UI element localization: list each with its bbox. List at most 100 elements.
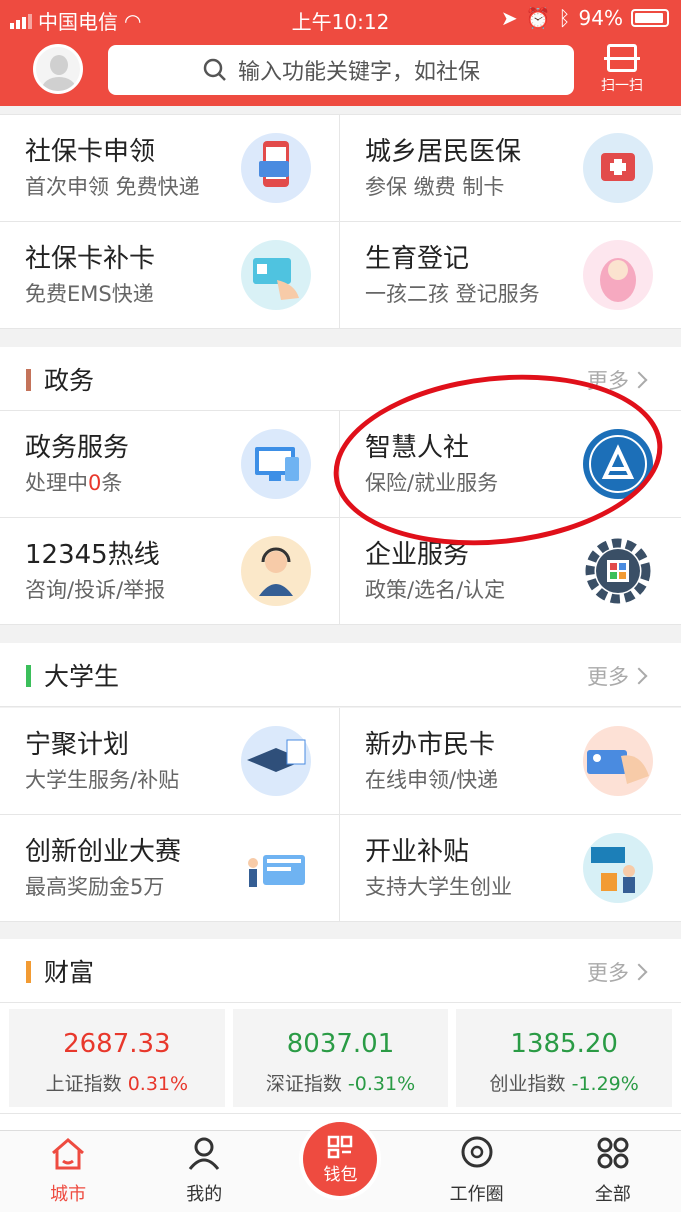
stock-name: 创业指数 (489, 1073, 566, 1095)
service-title: 企业服务 (365, 540, 470, 570)
stock-value: 1385.20 (510, 1029, 618, 1059)
service-title: 社保卡申领 (25, 137, 156, 167)
service-social-card-apply[interactable]: 社保卡申领 首次申领 免费快递 (0, 115, 340, 222)
service-resident-insurance[interactable]: 城乡居民医保 参保 缴费 制卡 (340, 115, 681, 222)
stock-shenzhen[interactable]: 8037.01 深证指数 -0.31% (232, 1009, 449, 1107)
service-subtitle: 一孩二孩 登记服务 (365, 282, 540, 306)
tab-all[interactable]: 全部 (558, 1135, 668, 1206)
college-services: 宁聚计划 大学生服务/补贴 新办市民卡 在线申领/快递 创新创业大赛 最高奖励金… (0, 708, 681, 922)
stock-name: 深证指数 (265, 1073, 342, 1095)
presentation-icon (241, 833, 311, 903)
status-bar: 中国电信 ◠ 上午10:12 ➤ ⏰ ᛒ 94% (0, 0, 681, 36)
grid-icon (597, 1137, 629, 1169)
top-services: 社保卡申领 首次申领 免费快递 城乡居民医保 参保 缴费 制卡 社保卡补卡 免费… (0, 114, 681, 329)
service-subtitle: 大学生服务/补贴 (25, 768, 180, 792)
service-title: 政务服务 (25, 433, 130, 463)
service-innovation-contest[interactable]: 创新创业大赛 最高奖励金5万 (0, 815, 340, 922)
battery-icon (631, 9, 669, 27)
service-title: 创新创业大赛 (25, 837, 182, 867)
stock-indexes: 2687.33 上证指数 0.31% 8037.01 深证指数 -0.31% 1… (0, 1003, 681, 1113)
gear-icon (583, 536, 653, 606)
service-title: 开业补贴 (365, 837, 470, 867)
bottom-tab-bar: 城市 我的 钱包 工作圈 全部 (0, 1122, 681, 1212)
service-subtitle: 处理中0条 (25, 471, 123, 495)
headset-icon (241, 536, 311, 606)
tab-city[interactable]: 城市 (13, 1135, 123, 1206)
more-link[interactable]: 更多 (587, 957, 645, 987)
service-birth-registration[interactable]: 生育登记 一孩二孩 登记服务 (340, 222, 681, 329)
service-enterprise[interactable]: 企业服务 政策/选名/认定 (340, 518, 681, 625)
service-citizen-card[interactable]: 新办市民卡 在线申领/快递 (340, 708, 681, 815)
tab-label: 我的 (186, 1184, 223, 1205)
service-title: 12345热线 (25, 540, 160, 570)
chat-bubble-icon (461, 1136, 493, 1168)
service-startup-subsidy[interactable]: 开业补贴 支持大学生创业 (340, 815, 681, 922)
more-link[interactable]: 更多 (587, 661, 645, 691)
opening-sign-icon (583, 833, 653, 903)
tab-wallet[interactable]: 钱包 (285, 1122, 395, 1206)
stock-name: 上证指数 (45, 1073, 122, 1095)
service-title: 宁聚计划 (25, 730, 130, 760)
service-subtitle: 首次申领 免费快递 (25, 175, 200, 199)
battery-percent: 94% (578, 6, 623, 30)
section-title: 政务 (44, 366, 95, 395)
scan-button[interactable]: 扫一扫 (592, 40, 652, 100)
scan-label: 扫一扫 (601, 78, 643, 94)
wealth-section-header: 财富 更多 (0, 939, 681, 1003)
stock-value: 2687.33 (63, 1029, 171, 1059)
stock-chinext[interactable]: 1385.20 创业指数 -1.29% (456, 1009, 673, 1107)
alarm-icon: ⏰ (525, 6, 551, 30)
service-subtitle: 保险/就业服务 (365, 471, 499, 495)
search-icon (203, 58, 226, 81)
service-title: 新办市民卡 (365, 730, 496, 760)
service-subtitle: 在线申领/快递 (365, 768, 499, 792)
service-subtitle: 最高奖励金5万 (25, 875, 165, 899)
service-title: 城乡居民医保 (365, 137, 522, 167)
avatar[interactable] (33, 44, 83, 94)
service-subtitle: 免费EMS快递 (25, 282, 154, 306)
college-section-header: 大学生 更多 (0, 643, 681, 707)
location-icon: ➤ (500, 6, 518, 30)
service-subtitle: 政策/选名/认定 (365, 578, 506, 602)
computer-icon (241, 429, 311, 499)
stock-change: -1.29% (571, 1073, 639, 1095)
tab-mine[interactable]: 我的 (149, 1135, 259, 1206)
tab-label: 钱包 (323, 1164, 358, 1185)
gov-services: 政务服务 处理中0条 智慧人社 保险/就业服务 12345热线 咨询/投诉/举报… (0, 411, 681, 625)
card-hand-icon (241, 240, 311, 310)
stock-change: 0.31% (127, 1073, 189, 1095)
top-header: 输入功能关键字，如社保 扫一扫 (0, 36, 681, 106)
home-icon (52, 1138, 85, 1170)
service-ningju-plan[interactable]: 宁聚计划 大学生服务/补贴 (0, 708, 340, 815)
tab-work-circle[interactable]: 工作圈 (422, 1135, 532, 1206)
gov-section-header: 政务 更多 (0, 347, 681, 411)
service-title: 生育登记 (365, 244, 470, 274)
search-bar[interactable]: 输入功能关键字，如社保 (108, 45, 574, 95)
pending-count: 0 (88, 471, 102, 495)
more-link[interactable]: 更多 (587, 365, 645, 395)
scan-icon (604, 44, 640, 72)
graduation-cap-icon (241, 726, 311, 796)
wallet-icon (328, 1135, 353, 1158)
service-subtitle: 参保 缴费 制卡 (365, 175, 505, 199)
tab-label: 工作圈 (449, 1184, 504, 1205)
medical-kit-icon (583, 133, 653, 203)
service-title: 社保卡补卡 (25, 244, 156, 274)
section-title: 财富 (44, 958, 95, 987)
tab-label: 城市 (50, 1184, 87, 1205)
service-gov[interactable]: 政务服务 处理中0条 (0, 411, 340, 518)
card-icon (583, 726, 653, 796)
stock-change: -0.31% (347, 1073, 416, 1095)
service-subtitle: 支持大学生创业 (365, 875, 512, 899)
service-title: 智慧人社 (365, 433, 470, 463)
stock-shanghai[interactable]: 2687.33 上证指数 0.31% (9, 1009, 225, 1107)
stock-value: 8037.01 (286, 1029, 395, 1059)
service-hotline[interactable]: 12345热线 咨询/投诉/举报 (0, 518, 340, 625)
person-icon (189, 1137, 220, 1170)
baby-icon (583, 240, 653, 310)
service-smart-hr[interactable]: 智慧人社 保险/就业服务 (340, 411, 681, 518)
service-subtitle: 咨询/投诉/举报 (25, 578, 166, 602)
search-placeholder: 输入功能关键字，如社保 (237, 60, 480, 85)
hr-logo-icon (583, 429, 653, 499)
service-social-card-reissue[interactable]: 社保卡补卡 免费EMS快递 (0, 222, 340, 329)
